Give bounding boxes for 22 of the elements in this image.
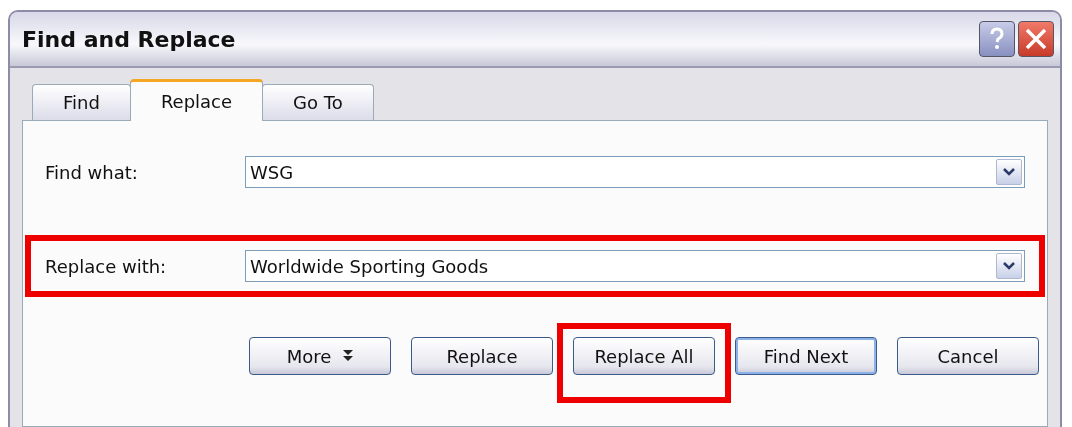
field-label: Find what: xyxy=(45,161,139,183)
close-icon xyxy=(1025,28,1047,50)
help-icon xyxy=(989,27,1005,51)
dialog-button[interactable]: Cancel xyxy=(897,337,1039,375)
dialog-button[interactable]: More xyxy=(249,337,391,375)
help-button[interactable] xyxy=(979,21,1015,57)
combo-box[interactable]: Worldwide Sporting Goods xyxy=(245,250,1025,282)
double-chevron-down-icon xyxy=(343,350,354,362)
chevron-down-icon xyxy=(1003,262,1015,270)
tab[interactable]: Find xyxy=(32,84,131,120)
dialog-button[interactable]: Replace xyxy=(411,337,553,375)
dropdown-button[interactable] xyxy=(996,159,1022,185)
chevron-down-icon xyxy=(1003,168,1015,176)
tab[interactable]: Replace xyxy=(129,79,264,121)
close-button[interactable] xyxy=(1018,21,1054,57)
dialog-button[interactable]: Replace All xyxy=(573,337,715,375)
field-label: Replace with: xyxy=(45,255,168,277)
combo-box[interactable]: WSG xyxy=(245,156,1025,188)
dropdown-button[interactable] xyxy=(996,253,1022,279)
window-title: Find and Replace xyxy=(22,26,237,52)
dialog-button[interactable]: Find Next xyxy=(735,337,877,375)
tab[interactable]: Go To xyxy=(262,84,374,120)
